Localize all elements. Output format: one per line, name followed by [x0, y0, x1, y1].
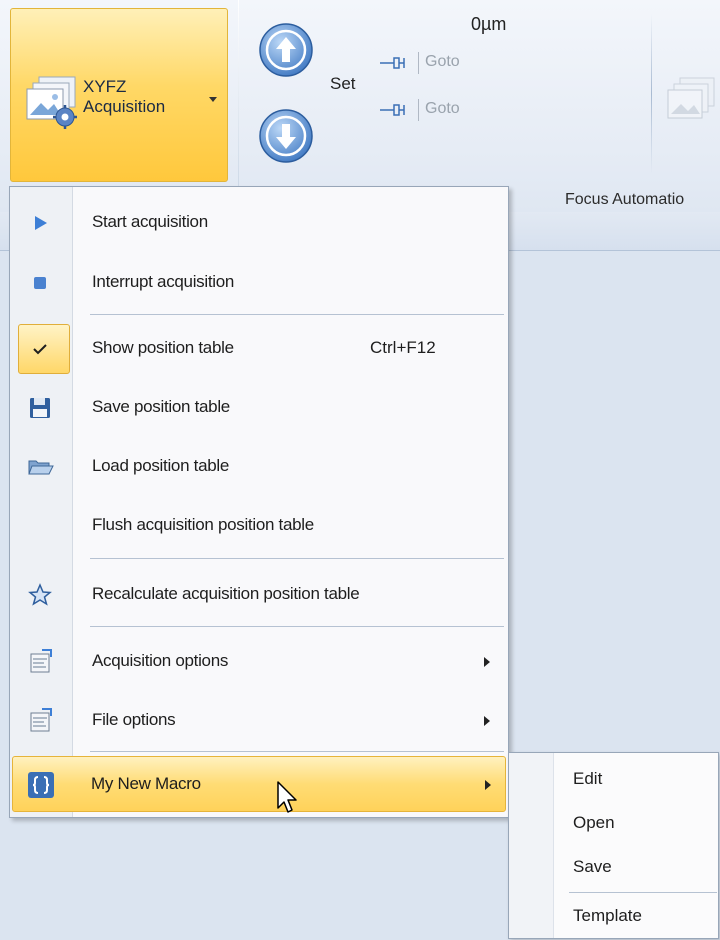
menu-item-label: My New Macro [91, 774, 201, 793]
menu-separator [90, 751, 504, 752]
play-icon [35, 216, 47, 230]
menu-separator [90, 626, 504, 627]
acquisition-label-line2: Acquisition [83, 97, 166, 116]
properties-icon [30, 649, 52, 673]
submenu-item-save[interactable]: Save [573, 857, 612, 877]
menu-item-label: Acquisition options [92, 651, 229, 670]
menu-item-label: Start acquisition [92, 212, 208, 231]
acquisition-button-label: XYFZ Acquisition [83, 77, 165, 117]
menu-item-save-position-table[interactable]: Save position table [12, 380, 506, 436]
acquisition-dropdown-menu: Start acquisition Interrupt acquisition … [9, 186, 509, 818]
arrow-up-icon[interactable] [258, 22, 314, 78]
menu-item-label: Interrupt acquisition [92, 272, 235, 291]
stop-icon [34, 277, 46, 289]
ribbon: XYFZ Acquisition Set 0µm Goto Goto Focus… [0, 0, 720, 213]
menu-item-interrupt-acquisition[interactable]: Interrupt acquisition [12, 255, 506, 311]
menu-item-load-position-table[interactable]: Load position table [12, 439, 506, 495]
position-value: 0µm [471, 14, 507, 34]
menu-separator [90, 558, 504, 559]
menu-item-label: Flush acquisition position table [92, 515, 314, 534]
macro-braces-icon [28, 772, 54, 798]
goto-separator [418, 99, 419, 121]
acquisition-label-line1: XYFZ [83, 77, 127, 96]
submenu-arrow-icon [484, 716, 490, 726]
macro-submenu: Edit Open Save Template [508, 752, 719, 939]
goto-bottom-button[interactable]: Goto [378, 99, 478, 121]
xyfz-acquisition-button[interactable]: XYFZ Acquisition [10, 8, 228, 182]
pin-icon [380, 104, 405, 116]
focus-automation-group-label: Focus Automatio [565, 191, 685, 208]
dropdown-arrow-icon [209, 97, 217, 102]
set-label[interactable]: Set [330, 74, 356, 94]
properties-icon [30, 708, 52, 732]
submenu-item-edit[interactable]: Edit [573, 769, 602, 789]
menu-item-acquisition-options[interactable]: Acquisition options [12, 634, 506, 690]
menu-item-label: Recalculate acquisition position table [92, 584, 360, 603]
menu-item-label: Save position table [92, 397, 230, 416]
menu-item-label: Show position table [92, 338, 234, 357]
mouse-pointer-icon [277, 781, 297, 813]
menu-item-label: File options [92, 710, 176, 729]
menu-item-label: Load position table [92, 456, 230, 475]
image-stack-icon[interactable] [666, 74, 720, 128]
menu-item-recalculate-position-table[interactable]: Recalculate acquisition position table [12, 567, 506, 623]
menu-separator [90, 314, 504, 315]
goto-top-label: Goto [425, 53, 460, 70]
ribbon-group-divider [238, 0, 239, 212]
submenu-item-template[interactable]: Template [573, 906, 642, 926]
submenu-separator [569, 892, 717, 893]
pin-icon [380, 57, 405, 69]
image-stack-gear-icon [26, 76, 77, 129]
menu-item-show-position-table[interactable]: Show position table Ctrl+F12 [12, 321, 506, 377]
goto-top-button[interactable]: Goto [378, 52, 478, 74]
submenu-arrow-icon [485, 780, 491, 790]
goto-separator [418, 52, 419, 74]
menu-item-shortcut: Ctrl+F12 [370, 338, 436, 357]
ribbon-group-divider [651, 14, 652, 174]
submenu-item-open[interactable]: Open [573, 813, 615, 833]
menu-item-my-new-macro[interactable]: My New Macro [12, 756, 506, 812]
menu-item-start-acquisition[interactable]: Start acquisition [12, 195, 506, 251]
folder-open-icon [28, 460, 54, 475]
submenu-icon-gutter [509, 753, 554, 938]
goto-bottom-label: Goto [425, 100, 460, 117]
arrow-down-icon[interactable] [258, 108, 314, 164]
star-icon [28, 583, 52, 606]
submenu-arrow-icon [484, 657, 490, 667]
menu-item-file-options[interactable]: File options [12, 693, 506, 749]
menu-item-flush-position-table[interactable]: Flush acquisition position table [12, 498, 506, 554]
checkmark-icon [33, 344, 47, 355]
floppy-disk-icon [30, 398, 50, 418]
